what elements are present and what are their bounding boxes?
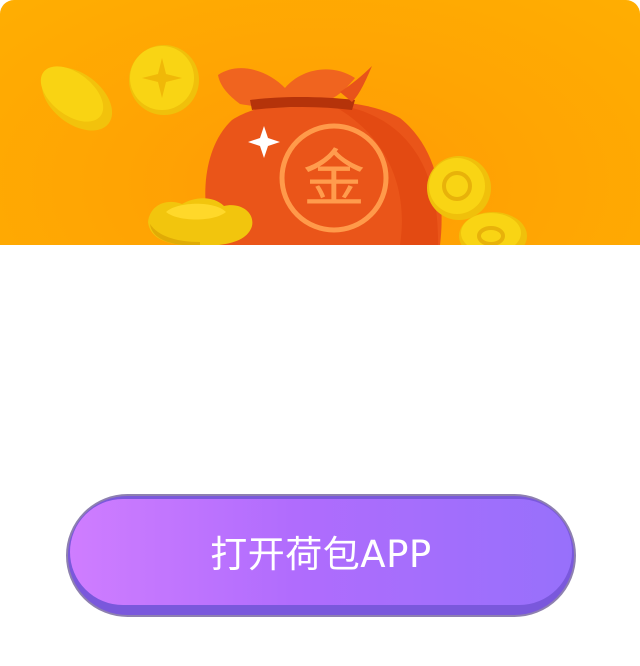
promo-page: 金 打开荷包APP (0, 0, 640, 666)
tilted-coin-icon (40, 66, 113, 131)
promo-banner: 金 (0, 0, 640, 245)
open-app-button[interactable]: 打开荷包APP (66, 494, 576, 617)
coin-glyph: 金 (303, 142, 365, 215)
banner-illustration: 金 (40, 45, 527, 245)
open-app-button-label: 打开荷包APP (210, 532, 432, 576)
coin-stack-icon (427, 156, 527, 245)
gold-coin-icon (129, 45, 199, 115)
